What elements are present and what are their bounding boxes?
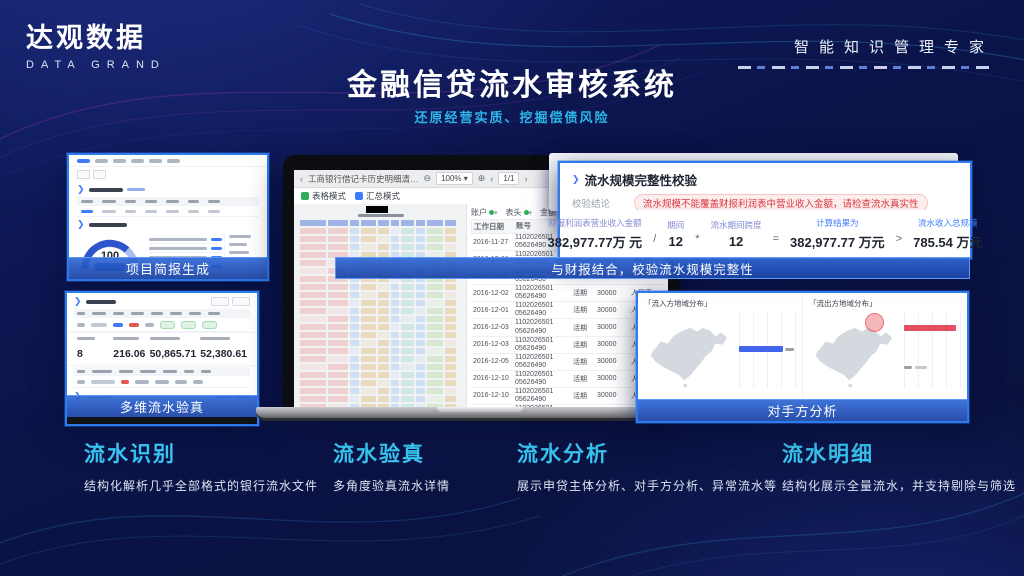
- briefing-tabs[interactable]: [69, 167, 267, 182]
- status-badge: [202, 321, 217, 329]
- feature-title: 流水识别: [84, 438, 318, 468]
- filter-account[interactable]: 账户▾: [471, 207, 498, 218]
- summary-mode-icon: [355, 192, 363, 200]
- feature-detail: 流水明细 结构化展示全量流水，并支持剔除与筛选: [782, 438, 1016, 494]
- table-row[interactable]: [74, 376, 250, 388]
- filter-header[interactable]: 表头▾: [506, 207, 533, 218]
- toolbar-button[interactable]: [232, 297, 250, 306]
- outflow-bar-chart: [904, 311, 962, 388]
- list-item[interactable]: [149, 235, 222, 244]
- slide: 达观数据 DATA GRAND 智能知识管理专家 金融信贷流水审核系统 还原经营…: [0, 0, 1024, 576]
- feature-title: 流水验真: [333, 438, 450, 468]
- formula-item: 流水收入总规模785.54 万元: [913, 217, 982, 251]
- verify-dark-footer: [67, 417, 257, 424]
- outflow-region-chart: 「流出方地域分布」: [802, 293, 967, 400]
- caption-verify: 多维流水验真: [67, 395, 257, 417]
- counterparty-body: 「流入方地域分布」 「流出方地域分布」: [638, 293, 967, 400]
- integrity-title-row: ❯ 流水规模完整性校验: [560, 163, 970, 192]
- briefing-nav: [69, 155, 267, 167]
- page-indicator: 1/1: [498, 172, 519, 185]
- zoom-in-icon[interactable]: ⊕: [478, 173, 486, 184]
- verify-stats: 8 216.06 50,865.71 52,380.61: [67, 332, 257, 366]
- feature-desc: 结构化展示全量流水，并支持剔除与筛选: [782, 477, 1016, 494]
- china-map: [642, 322, 734, 390]
- chart-title: 「流入方地域分布」: [644, 298, 796, 309]
- integrity-title: 流水规模完整性校验: [585, 170, 698, 189]
- feature-desc: 结构化解析几乎全部格式的银行流水文件: [84, 477, 318, 494]
- status-badge: [160, 321, 175, 329]
- screenshot-verify: ❯ 8 216.06 50,865.71 52,380.61: [65, 291, 259, 426]
- verify-header: ❯: [67, 293, 257, 308]
- document-title: 工商银行借记卡历史明细清…: [308, 173, 419, 185]
- stat-count: 8: [77, 337, 109, 362]
- back-icon[interactable]: ‹: [300, 174, 303, 184]
- verify-table2-header: [74, 367, 250, 376]
- chevron-icon: ❯: [77, 185, 85, 194]
- page-subtitle: 还原经营实质、挖掘偿债风险: [0, 107, 1024, 126]
- feature-verification: 流水验真 多角度验真流水详情: [333, 438, 450, 494]
- brand-logo-cn: 达观数据: [26, 16, 166, 55]
- operator-greater-than: >: [896, 223, 902, 245]
- zoom-out-icon[interactable]: ⊖: [424, 173, 432, 184]
- stat-amount-1: 216.06: [113, 337, 145, 362]
- table-row[interactable]: [74, 318, 250, 332]
- chart-title: 「流出方地域分布」: [809, 298, 961, 309]
- scanned-statement-pane: [294, 204, 466, 407]
- zoom-level[interactable]: 100% ▾: [436, 172, 473, 185]
- brand-tagline-text: 智能知识管理专家: [738, 36, 994, 57]
- bar-inflow: [739, 346, 783, 352]
- feature-analysis: 流水分析 展示申贷主体分析、对手方分析、异常流水等: [517, 438, 777, 494]
- table-mode-icon: [301, 192, 309, 200]
- caption-briefing: 项目简报生成: [69, 257, 267, 279]
- feature-desc: 展示申贷主体分析、对手方分析、异常流水等: [517, 477, 777, 494]
- briefing-section-2: ❯: [69, 217, 267, 231]
- list-item[interactable]: [149, 244, 222, 253]
- chevron-icon: ❯: [77, 220, 85, 229]
- caption-integrity: 与财报结合，校验流水规模完整性: [335, 257, 970, 279]
- prev-page-icon[interactable]: ‹: [490, 174, 493, 184]
- briefing-section-1: ❯: [69, 182, 267, 196]
- integrity-formula-row: 财报利润表营业收入金额382,977.77万 元 / 期间12 * 流水期间跨度…: [558, 210, 972, 257]
- stat-amount-2: 50,865.71: [150, 337, 197, 362]
- chevron-icon: ❯: [74, 297, 82, 306]
- briefing-table-header: [77, 197, 259, 206]
- feature-desc: 多角度验真流水详情: [333, 477, 450, 494]
- redaction-box: [366, 206, 388, 213]
- summary-mode-button[interactable]: 汇总模式: [355, 190, 400, 202]
- stat-amount-3: 52,380.61: [200, 337, 247, 362]
- toolbar-button[interactable]: [211, 297, 229, 306]
- verify-table-header: [74, 309, 250, 318]
- feature-title: 流水明细: [782, 438, 1016, 468]
- inflow-bar-chart: [739, 311, 797, 388]
- caret-down-icon: ▾: [494, 210, 498, 217]
- next-page-icon[interactable]: ›: [524, 174, 527, 184]
- operator-multiply: *: [695, 223, 699, 245]
- page-title: 金融信贷流水审核系统: [0, 60, 1024, 104]
- caption-counterparty: 对手方分析: [638, 399, 967, 421]
- status-badge: [181, 321, 196, 329]
- inflow-region-chart: 「流入方地域分布」: [638, 293, 802, 400]
- operator-divide: /: [653, 223, 656, 245]
- feature-recognition: 流水识别 结构化解析几乎全部格式的银行流水文件: [84, 438, 318, 494]
- laptop-notch: [437, 407, 523, 412]
- caret-down-icon: ▾: [529, 210, 533, 217]
- operator-equals: =: [773, 223, 779, 245]
- scanned-statement-grid: [300, 220, 462, 407]
- screenshot-briefing: ❯ ❯ 100: [67, 153, 269, 281]
- caret-down-icon: ▾: [464, 174, 468, 183]
- table-row[interactable]: [77, 206, 259, 217]
- field-label: 校验结论: [572, 194, 634, 210]
- formula-item: 计算结果为382,977.77 万元: [790, 217, 885, 251]
- feature-title: 流水分析: [517, 438, 777, 468]
- table-mode-button[interactable]: 表格模式: [301, 190, 346, 202]
- bar-outflow: [904, 325, 956, 331]
- china-map: [807, 322, 899, 390]
- formula-item: 流水期间跨度12: [711, 219, 762, 249]
- chevron-icon: ❯: [572, 175, 580, 184]
- formula-item: 期间12: [667, 219, 684, 249]
- screenshot-counterparty: 「流入方地域分布」 「流出方地域分布」: [636, 291, 969, 423]
- hotspot-bubble: [865, 313, 884, 332]
- formula-item: 财报利润表营业收入金额382,977.77万 元: [548, 217, 643, 251]
